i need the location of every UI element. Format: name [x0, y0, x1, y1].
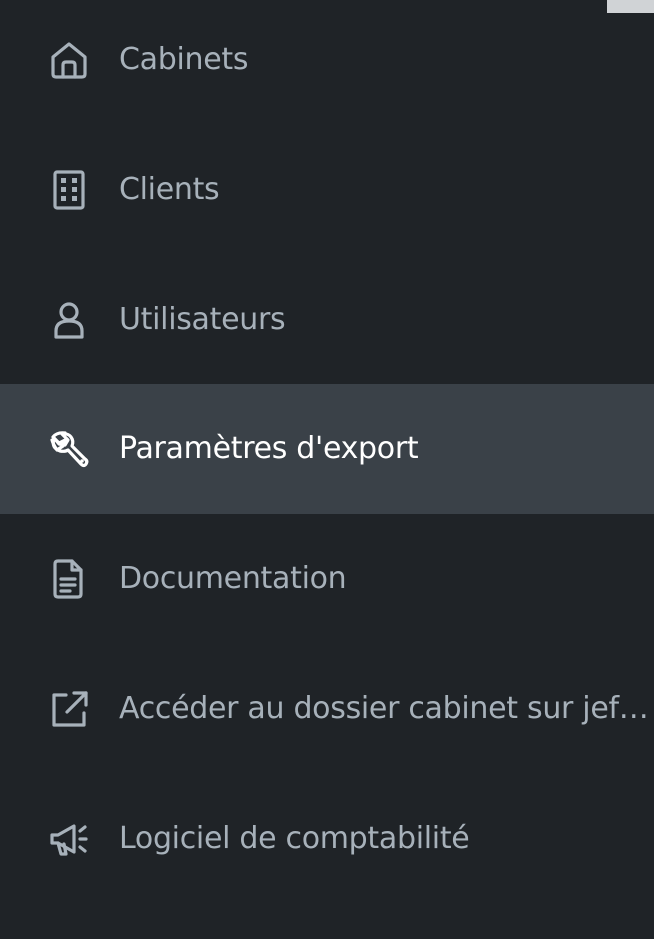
document-icon: [48, 558, 90, 600]
nav-label-documentation: Documentation: [119, 561, 347, 596]
sidebar-nav: Cabinets Clients Utilisateurs Paramètres…: [0, 0, 654, 939]
nav-item-logiciel-comptabilite[interactable]: Logiciel de comptabilité: [0, 774, 654, 904]
nav-label-logiciel-comptabilite: Logiciel de comptabilité: [119, 821, 470, 856]
nav-label-acceder-dossier-cabinet: Accéder au dossier cabinet sur jefa…: [119, 691, 654, 726]
nav-label-clients: Clients: [119, 172, 220, 207]
nav-item-cabinets[interactable]: Cabinets: [0, 0, 654, 125]
megaphone-icon: [48, 818, 90, 860]
external-link-icon: [48, 688, 90, 730]
user-icon: [48, 299, 90, 341]
nav-label-cabinets: Cabinets: [119, 42, 249, 77]
nav-item-parametres-export[interactable]: Paramètres d'export: [0, 384, 654, 514]
nav-label-parametres-export: Paramètres d'export: [119, 431, 419, 466]
nav-item-utilisateurs[interactable]: Utilisateurs: [0, 255, 654, 385]
nav-item-clients[interactable]: Clients: [0, 125, 654, 255]
nav-label-utilisateurs: Utilisateurs: [119, 302, 286, 337]
building-icon: [48, 169, 90, 211]
wrench-icon: [48, 428, 90, 470]
home-icon: [48, 39, 90, 81]
nav-item-acceder-dossier-cabinet[interactable]: Accéder au dossier cabinet sur jefa…: [0, 644, 654, 774]
nav-item-documentation[interactable]: Documentation: [0, 514, 654, 644]
